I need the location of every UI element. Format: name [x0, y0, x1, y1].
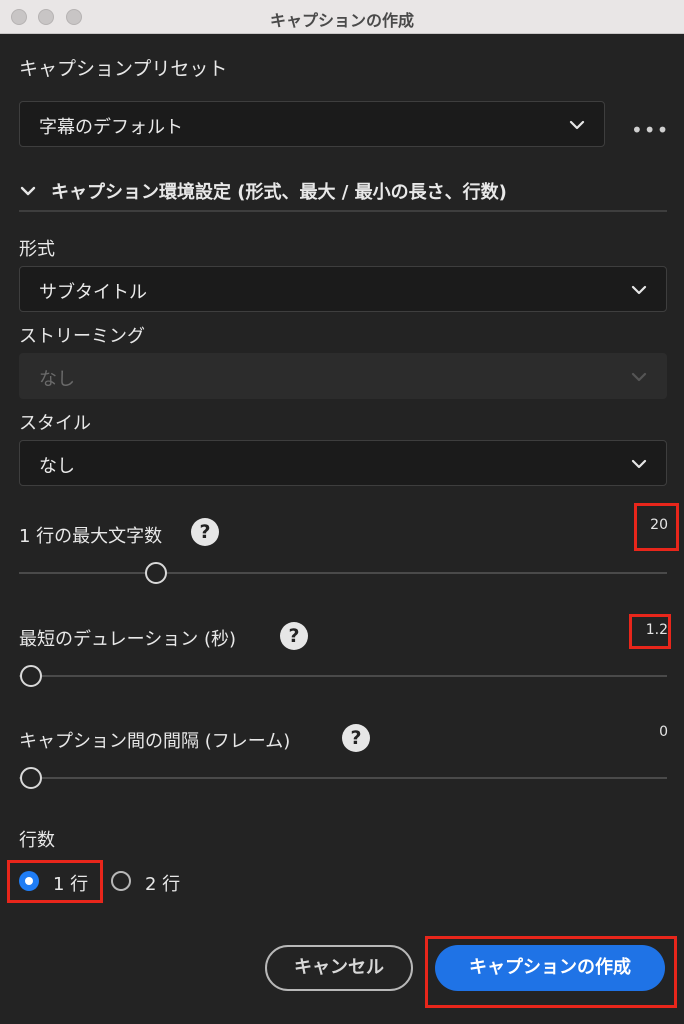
window-title: キャプションの作成 — [269, 11, 414, 30]
lines-label: 行数 — [19, 830, 55, 851]
style-select[interactable]: なし — [19, 440, 667, 486]
chevron-down-icon — [20, 186, 36, 196]
gap-slider-thumb[interactable] — [20, 767, 42, 789]
help-icon[interactable]: ? — [191, 518, 219, 546]
streaming-label: ストリーミング — [19, 326, 145, 347]
format-value: サブタイトル — [39, 282, 147, 303]
gap-value[interactable]: 0 — [634, 724, 668, 740]
style-value: なし — [39, 456, 75, 477]
help-icon[interactable]: ? — [342, 724, 370, 752]
chevron-down-icon — [631, 459, 647, 469]
streaming-value: なし — [39, 369, 75, 390]
streaming-select: なし — [19, 353, 667, 399]
min-duration-label: 最短のデュレーション (秒) — [19, 629, 237, 650]
min-duration-slider-track[interactable] — [19, 675, 667, 677]
settings-section-toggle[interactable]: キャプション環境設定 (形式、最大 / 最小の長さ、行数) — [19, 178, 507, 204]
max-chars-slider-track[interactable] — [19, 572, 667, 574]
chevron-down-icon — [631, 372, 647, 382]
max-chars-label: 1 行の最大文字数 — [19, 526, 163, 547]
chevron-down-icon — [631, 285, 647, 295]
preset-select[interactable]: 字幕のデフォルト — [19, 101, 605, 147]
preset-label: キャプションプリセット — [19, 58, 228, 80]
style-label: スタイル — [19, 413, 91, 434]
min-duration-slider-thumb[interactable] — [20, 665, 42, 687]
settings-section-title: キャプション環境設定 (形式、最大 / 最小の長さ、行数) — [51, 182, 507, 203]
lines-radio-1[interactable] — [19, 871, 39, 891]
max-chars-value[interactable]: 20 — [634, 517, 668, 533]
preset-value: 字幕のデフォルト — [39, 117, 183, 138]
format-label: 形式 — [19, 239, 55, 260]
gap-label: キャプション間の間隔 (フレーム) — [19, 731, 291, 752]
lines-option-2-label[interactable]: 2 行 — [145, 870, 180, 896]
gap-slider-track[interactable] — [19, 777, 667, 779]
section-divider — [19, 210, 667, 212]
min-duration-value[interactable]: 1.2 — [634, 622, 668, 638]
title-bar: キャプションの作成 — [0, 0, 684, 34]
max-chars-slider-thumb[interactable] — [145, 562, 167, 584]
chevron-down-icon — [569, 120, 585, 130]
format-select[interactable]: サブタイトル — [19, 266, 667, 312]
more-options-icon[interactable]: ••• — [631, 118, 669, 142]
lines-radio-2[interactable] — [111, 871, 131, 891]
help-icon[interactable]: ? — [280, 622, 308, 650]
create-captions-button[interactable]: キャプションの作成 — [435, 945, 665, 991]
cancel-button[interactable]: キャンセル — [265, 945, 413, 991]
lines-option-1-label[interactable]: 1 行 — [53, 870, 88, 896]
